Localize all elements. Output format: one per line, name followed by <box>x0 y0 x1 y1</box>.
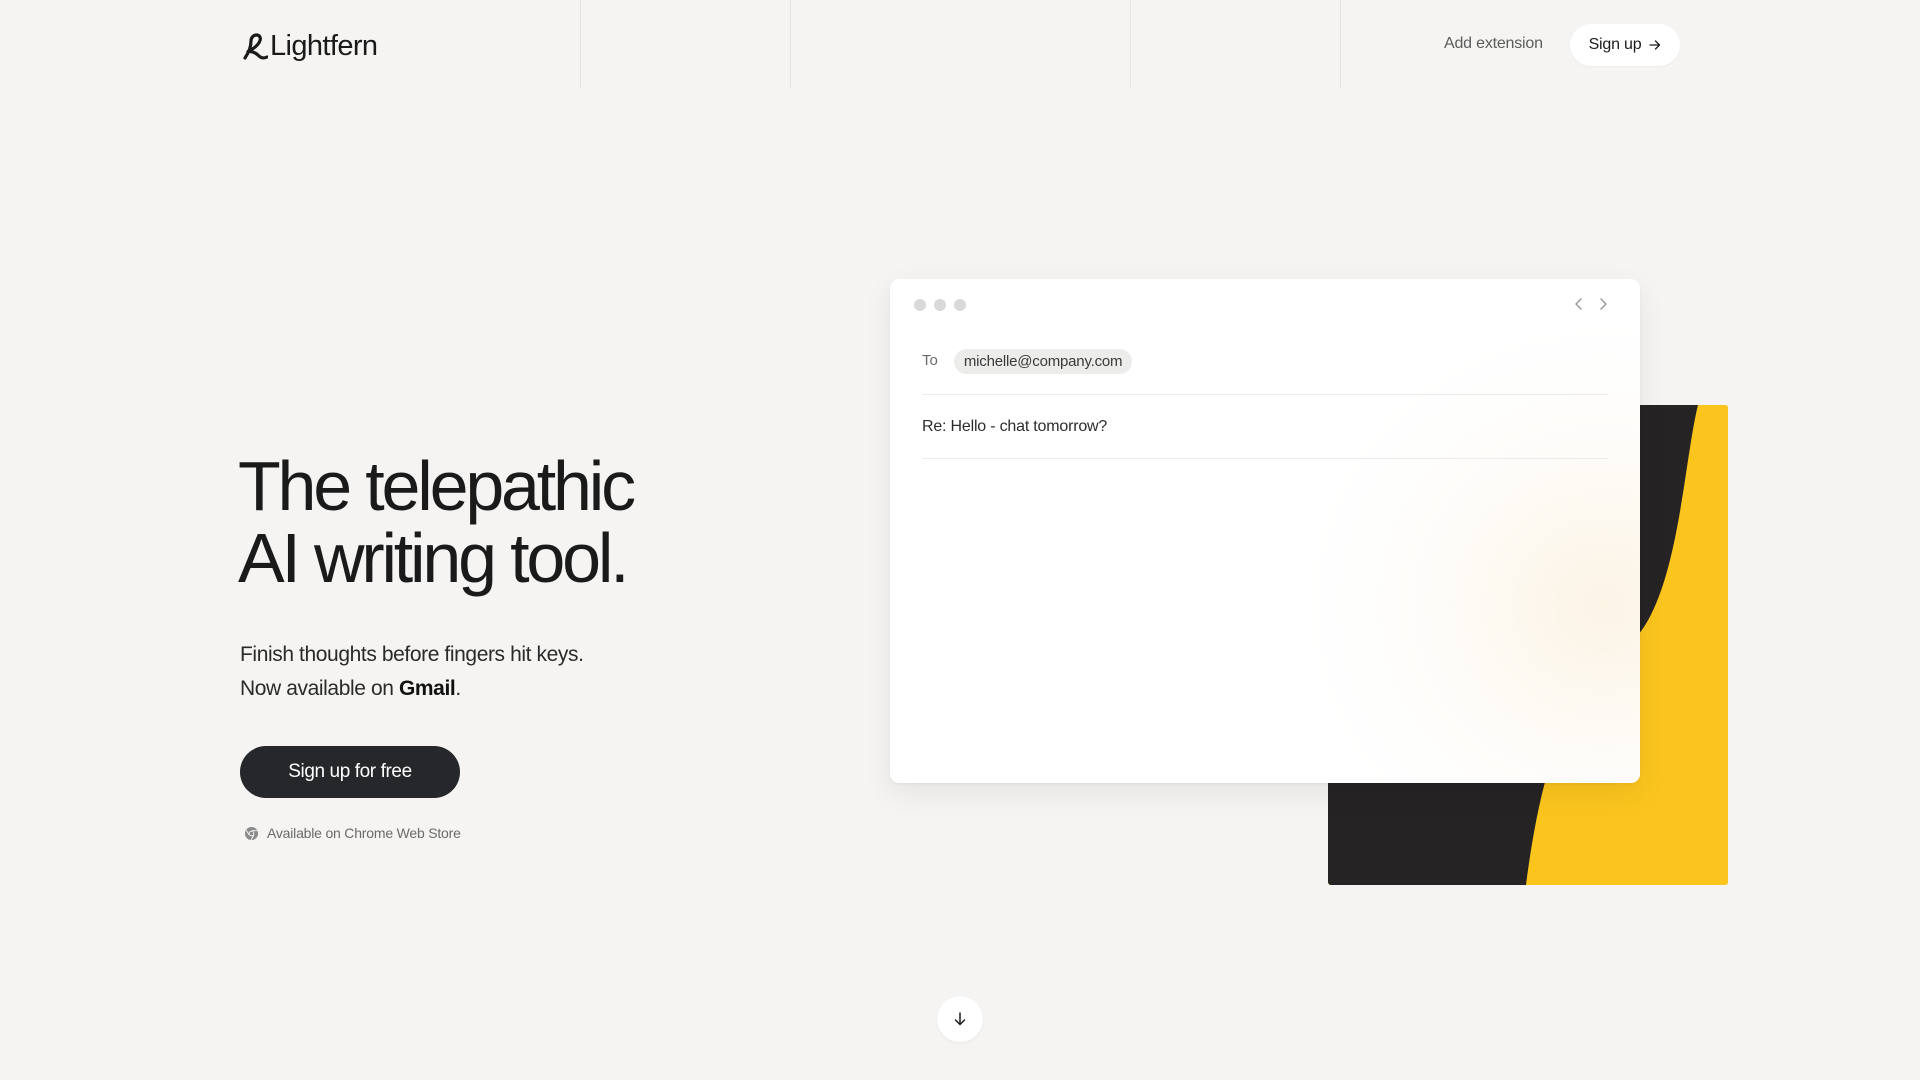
hero-headline: The telepathic AI writing tool. <box>238 450 798 594</box>
email-compose-window: To michelle@company.com Re: Hello - chat… <box>890 279 1640 783</box>
headline-line: AI writing tool. <box>238 519 630 597</box>
gmail-highlight: Gmail <box>398 677 456 700</box>
brand-logo[interactable]: Lightfern <box>240 30 378 63</box>
chrome-store-link[interactable]: Available on Chrome Web Store <box>244 825 461 841</box>
window-nav <box>1572 296 1610 312</box>
site-header: Lightfern Add extension Sign up <box>0 0 1920 88</box>
scroll-down-button[interactable] <box>937 996 983 1042</box>
chevron-right-icon[interactable] <box>1596 296 1610 312</box>
subtext-suffix: . <box>455 677 461 700</box>
signup-label: Sign up <box>1588 36 1642 53</box>
hero-subtext: Finish thoughts before fingers hit keys.… <box>240 638 584 706</box>
window-controls <box>914 299 966 311</box>
subject-row[interactable]: Re: Hello - chat tomorrow? <box>922 395 1608 459</box>
add-extension-link[interactable]: Add extension <box>1444 35 1543 53</box>
window-dot <box>954 299 966 311</box>
chrome-store-label: Available on Chrome Web Store <box>267 825 461 841</box>
brand-name: Lightfern <box>270 30 378 62</box>
recipient-chip[interactable]: michelle@company.com <box>953 349 1133 374</box>
recipient-row: To michelle@company.com <box>922 349 1608 395</box>
subject-text: Re: Hello - chat tomorrow? <box>922 417 1108 435</box>
window-dot <box>914 299 926 311</box>
chrome-icon <box>244 826 259 840</box>
to-label: To <box>922 352 938 369</box>
headline-line: The telepathic <box>238 447 636 525</box>
lightfern-logo-icon <box>243 32 268 60</box>
signup-button[interactable]: Sign up <box>1570 24 1680 66</box>
signup-free-button[interactable]: Sign up for free <box>240 746 460 798</box>
subtext-line: Finish thoughts before fingers hit keys. <box>240 643 584 666</box>
subtext-prefix: Now available on <box>240 677 399 700</box>
arrow-down-icon <box>954 1012 966 1026</box>
subtext-line: Now available on Gmail. <box>240 672 584 706</box>
chevron-left-icon[interactable] <box>1572 296 1586 312</box>
arrow-right-icon <box>1649 40 1661 50</box>
window-dot <box>934 299 946 311</box>
